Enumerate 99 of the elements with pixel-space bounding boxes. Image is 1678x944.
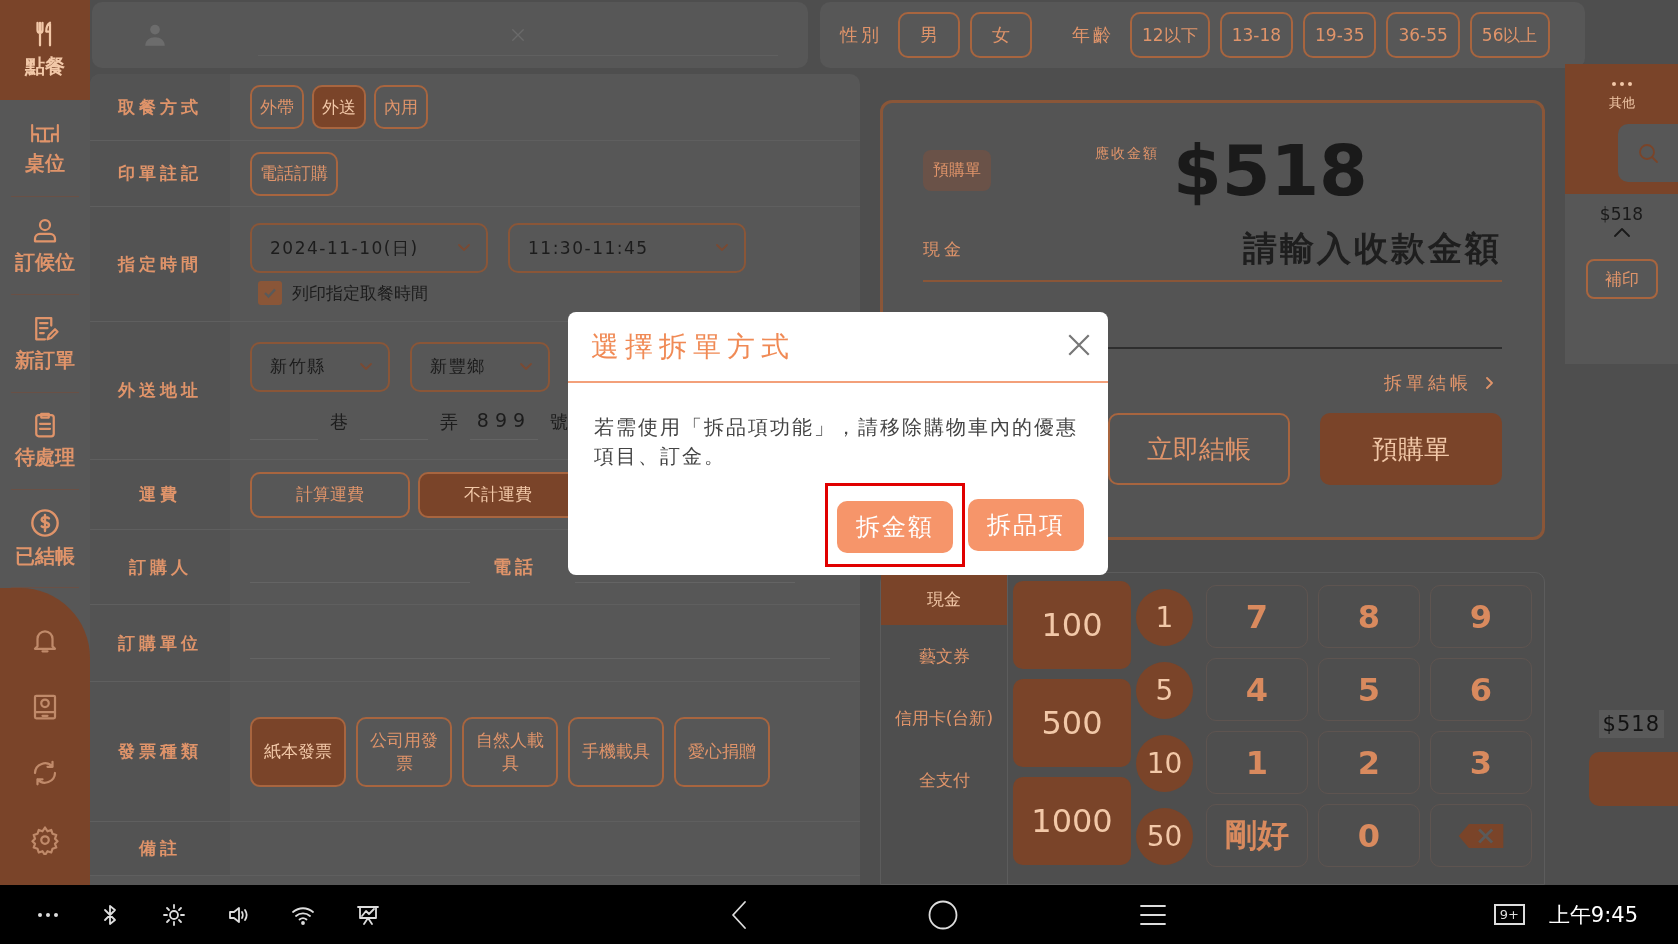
payment-method[interactable]: 藝文券 bbox=[881, 625, 1007, 687]
coin-button[interactable]: 5 bbox=[1136, 662, 1193, 719]
field-label: 備註 bbox=[90, 822, 230, 875]
settings-icon[interactable] bbox=[30, 825, 60, 856]
checkout-button[interactable]: 預購單 bbox=[1320, 413, 1502, 485]
checkbox[interactable] bbox=[258, 281, 282, 305]
pickup-option[interactable]: 內用 bbox=[374, 85, 428, 129]
time-dropdown[interactable]: 11:30-11:45 bbox=[508, 223, 746, 273]
split-checkout-link[interactable]: 拆單結帳 bbox=[1384, 371, 1502, 395]
age-option[interactable]: 13-18 bbox=[1219, 12, 1294, 58]
pickup-option[interactable]: 外帶 bbox=[250, 85, 304, 129]
payment-method[interactable]: 現金 bbox=[881, 573, 1007, 625]
chevron-down-icon bbox=[360, 362, 372, 371]
date-dropdown[interactable]: 2024-11-10(日) bbox=[250, 223, 488, 273]
keypad-key[interactable]: 6 bbox=[1430, 658, 1532, 721]
chevron-down-icon bbox=[458, 244, 470, 252]
phone-label: 電話 bbox=[493, 555, 537, 579]
keypad-key[interactable]: 5 bbox=[1318, 658, 1420, 721]
keypad-key[interactable]: 4 bbox=[1206, 658, 1308, 721]
invoice-option[interactable]: 紙本發票 bbox=[250, 716, 346, 787]
unit-label: 弄 bbox=[440, 409, 458, 434]
dialog-message: 若需使用「拆品項功能」，請移除購物車內的優惠項目、訂金。 bbox=[594, 414, 1079, 470]
invoice-option[interactable]: 公司用發票 bbox=[356, 716, 452, 787]
chevron-down-icon bbox=[520, 362, 532, 371]
invoice-option[interactable]: 自然人載具 bbox=[462, 716, 558, 787]
keypad-key[interactable]: 0 bbox=[1318, 804, 1420, 867]
notification-count[interactable]: 9+ bbox=[1493, 904, 1525, 925]
order-total: $518 bbox=[1599, 204, 1644, 224]
keypad-key[interactable]: 剛好 bbox=[1206, 804, 1308, 867]
field-label: 取餐方式 bbox=[90, 74, 230, 140]
amount-due-label: 應收金額 bbox=[1095, 145, 1159, 163]
payment-method[interactable]: 信用卡(台新) bbox=[881, 687, 1007, 749]
clock: 上午9:45 bbox=[1548, 901, 1638, 929]
keypad-key[interactable]: 7 bbox=[1206, 585, 1308, 648]
gender-option[interactable]: 女 bbox=[970, 12, 1032, 58]
bill-button[interactable]: 500 bbox=[1013, 679, 1131, 767]
gender-label: 性別 bbox=[840, 23, 882, 47]
field-label: 印單註記 bbox=[90, 141, 230, 206]
coin-button[interactable]: 1 bbox=[1136, 589, 1193, 646]
sidebar-item[interactable]: 新訂單 bbox=[11, 294, 79, 393]
coin-button[interactable]: 10 bbox=[1136, 735, 1193, 792]
sidebar-item[interactable]: 待處理 bbox=[11, 392, 79, 491]
age-option[interactable]: 56以上 bbox=[1469, 12, 1550, 58]
dialog-title: 選擇拆單方式 bbox=[591, 328, 795, 365]
county-dropdown[interactable]: 新竹縣 bbox=[250, 341, 390, 392]
checkout-button[interactable] bbox=[1589, 752, 1678, 806]
close-icon[interactable] bbox=[1066, 332, 1092, 358]
age-option[interactable]: 36-55 bbox=[1386, 12, 1460, 58]
keypad-key[interactable]: 9 bbox=[1430, 585, 1532, 648]
brightness-icon[interactable] bbox=[162, 902, 186, 927]
sidebar-item[interactable]: 桌位 bbox=[11, 99, 79, 198]
age-label: 年齡 bbox=[1072, 23, 1114, 47]
unit-label: 巷 bbox=[330, 409, 348, 434]
township-dropdown[interactable]: 新豐鄉 bbox=[410, 341, 550, 392]
sidebar-item[interactable]: 已結帳 bbox=[11, 490, 79, 588]
chevron-up-icon bbox=[1613, 228, 1630, 237]
keypad-key[interactable]: 3 bbox=[1430, 731, 1532, 794]
number-input-field[interactable]: 899 bbox=[470, 408, 538, 440]
menu-icon[interactable] bbox=[1139, 902, 1167, 927]
sidebar-item[interactable]: 點餐 bbox=[0, 0, 90, 100]
bill-button[interactable]: 100 bbox=[1013, 581, 1131, 669]
dollar-circle-icon bbox=[29, 507, 61, 540]
sidebar-item[interactable]: 訂候位 bbox=[11, 197, 79, 295]
dialog-button[interactable]: 拆金額 bbox=[837, 501, 953, 553]
chevron-right-icon bbox=[1486, 377, 1494, 389]
invoice-option[interactable]: 愛心捐贈 bbox=[674, 716, 770, 787]
unit-label: 號 bbox=[550, 409, 568, 434]
bill-button[interactable]: 1000 bbox=[1013, 777, 1131, 865]
gender-option[interactable]: 男 bbox=[898, 12, 960, 58]
keypad-key[interactable]: 8 bbox=[1318, 585, 1420, 648]
coin-button[interactable]: 50 bbox=[1136, 808, 1193, 865]
order-total: $518 bbox=[1598, 710, 1664, 738]
pickup-option[interactable]: 外送 bbox=[312, 85, 366, 129]
field-label: 指定時間 bbox=[90, 207, 230, 321]
field-label: 運費 bbox=[90, 460, 230, 529]
checkbox-label: 列印指定取餐時間 bbox=[292, 281, 428, 305]
chevron-down-icon bbox=[716, 244, 728, 252]
shipping-option[interactable]: 計算運費 bbox=[250, 471, 410, 518]
amount-due: $518 bbox=[1173, 129, 1368, 212]
note-tag[interactable]: 電話訂購 bbox=[250, 151, 338, 196]
keypad-key[interactable]: 2 bbox=[1318, 731, 1420, 794]
reprint-button[interactable]: 補印 bbox=[1585, 259, 1658, 299]
age-option[interactable]: 12以下 bbox=[1130, 12, 1210, 58]
age-option[interactable]: 19-35 bbox=[1303, 12, 1377, 58]
search-icon bbox=[1636, 141, 1660, 165]
more-dots-icon[interactable] bbox=[38, 912, 58, 917]
field-label: 外送地址 bbox=[90, 322, 230, 459]
field-label: 訂購單位 bbox=[90, 605, 230, 681]
keypad-key[interactable]: 1 bbox=[1206, 731, 1308, 794]
dialog-button[interactable]: 拆品項 bbox=[968, 499, 1084, 551]
field-label: 訂購人 bbox=[90, 530, 230, 604]
invoice-option[interactable]: 手機載具 bbox=[568, 716, 664, 787]
field-label: 發票種類 bbox=[90, 682, 230, 821]
payment-method[interactable]: 全支付 bbox=[881, 749, 1007, 811]
home-icon[interactable] bbox=[927, 898, 959, 931]
more-button[interactable]: 其他 bbox=[1608, 64, 1635, 124]
more-dots-icon bbox=[1611, 82, 1632, 86]
order-tag: 預購單 bbox=[923, 150, 991, 191]
back-icon[interactable] bbox=[731, 899, 747, 930]
